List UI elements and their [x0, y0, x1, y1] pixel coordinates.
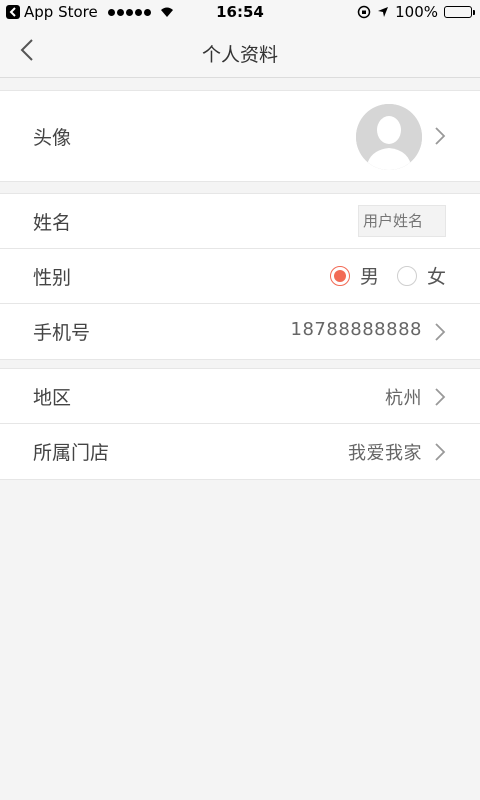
- name-row: 姓名: [0, 194, 480, 249]
- basic-info-section: 姓名 性别 男 女 手机号 18788888888: [0, 193, 480, 360]
- store-label: 所属门店: [33, 442, 110, 464]
- name-input[interactable]: [358, 205, 446, 237]
- phone-value: 18788888888: [290, 319, 422, 340]
- gender-option-male[interactable]: 男: [329, 262, 379, 289]
- region-row[interactable]: 地区 杭州: [0, 369, 480, 424]
- status-right: 100%: [357, 3, 475, 21]
- navigation-bar: 个人资料: [0, 24, 480, 78]
- location-section: 地区 杭州 所属门店 我爱我家: [0, 368, 480, 480]
- avatar[interactable]: [356, 104, 422, 170]
- avatar-section: 头像: [0, 90, 480, 182]
- battery-icon: [444, 6, 475, 18]
- gender-row: 性别 男 女: [0, 249, 480, 304]
- chevron-right-icon: [435, 388, 446, 406]
- store-value: 我爱我家: [348, 443, 422, 464]
- chevron-right-icon: [435, 443, 446, 461]
- gender-male-label: 男: [359, 266, 379, 288]
- chevron-right-icon: [435, 323, 446, 341]
- radio-female[interactable]: [396, 265, 417, 286]
- gender-female-label: 女: [426, 266, 446, 288]
- rotation-lock-icon: [357, 5, 371, 19]
- chevron-right-icon: [435, 127, 446, 145]
- location-icon: [378, 7, 389, 17]
- phone-label: 手机号: [33, 322, 91, 344]
- page-title: 个人资料: [201, 44, 278, 66]
- gender-label: 性别: [33, 267, 72, 289]
- phone-row[interactable]: 手机号 18788888888: [0, 304, 480, 359]
- battery-percent: 100%: [395, 3, 438, 21]
- avatar-label: 头像: [33, 127, 72, 149]
- gender-option-female[interactable]: 女: [396, 262, 446, 289]
- status-bar: App Store 16:54 100%: [0, 0, 480, 24]
- region-value: 杭州: [385, 388, 422, 409]
- store-row[interactable]: 所属门店 我爱我家: [0, 424, 480, 479]
- avatar-row[interactable]: 头像: [0, 91, 480, 181]
- name-label: 姓名: [33, 212, 72, 234]
- radio-male[interactable]: [329, 265, 350, 286]
- region-label: 地区: [33, 387, 72, 409]
- gender-radio-group: 男 女: [312, 262, 446, 289]
- default-user-icon: [356, 104, 422, 170]
